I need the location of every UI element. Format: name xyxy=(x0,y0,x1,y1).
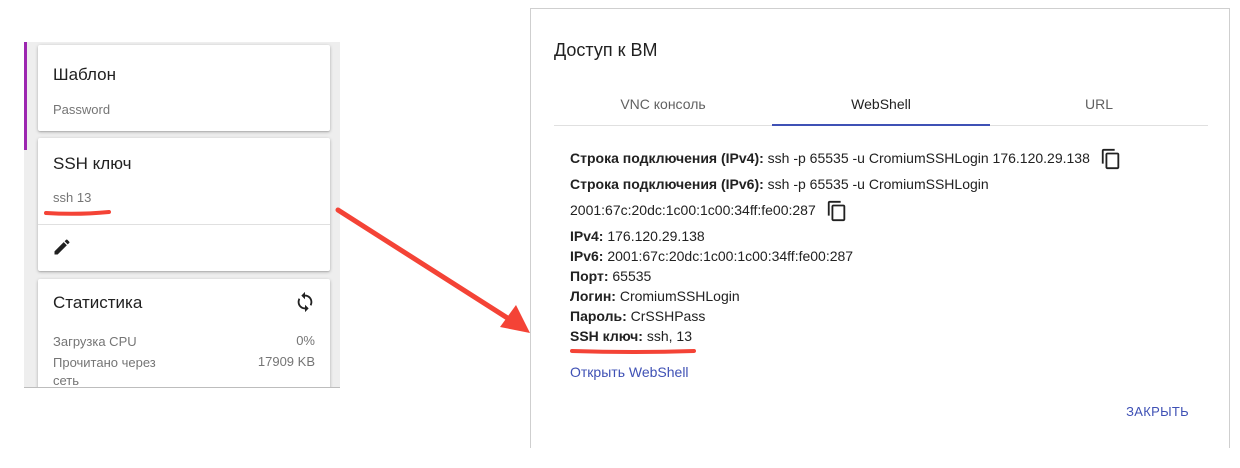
card-divider xyxy=(38,224,330,225)
field-label: Порт: xyxy=(570,268,609,284)
open-webshell-link[interactable]: Открыть WebShell xyxy=(570,364,689,380)
statistics-card: Статистика Загрузка CPU 0% Прочитано чер… xyxy=(38,279,330,388)
connection-string-ipv4: Строка подключения (IPv4): ssh -p 65535 … xyxy=(570,150,1090,166)
connection-string-ipv6: Строка подключения (IPv6): ssh -p 65535 … xyxy=(570,176,989,192)
arrow-head-icon xyxy=(500,305,530,333)
field-value: ssh -p 65535 -u CromiumSSHLogin 176.120.… xyxy=(767,150,1090,166)
refresh-icon xyxy=(297,291,313,313)
field-label: IPv6: xyxy=(570,248,604,264)
panel-bottom-border xyxy=(24,387,340,388)
pencil-icon xyxy=(54,239,70,255)
copy-ipv6-connection-button[interactable] xyxy=(826,199,848,223)
stat-value: 0% xyxy=(296,333,315,348)
tab-webshell[interactable]: WebShell xyxy=(772,83,990,126)
ssh-key-card: SSH ключ ssh 13 xyxy=(38,138,330,271)
refresh-stats-button[interactable] xyxy=(292,289,318,315)
field-label: IPv4: xyxy=(570,228,604,244)
vm-access-dialog: Доступ к ВМ VNC консоль WebShell URL Стр… xyxy=(530,8,1230,448)
annotation-arrow xyxy=(335,207,523,329)
field-label: Строка подключения (IPv6): xyxy=(570,176,764,192)
field-label: Пароль: xyxy=(570,308,627,324)
field-value: CromiumSSHLogin xyxy=(619,288,740,304)
copy-icon xyxy=(1101,148,1120,170)
tab-vnc-console[interactable]: VNC консоль xyxy=(554,83,772,125)
field-value: ssh -p 65535 -u CromiumSSHLogin xyxy=(767,176,989,192)
sidebar-accent-bar xyxy=(24,42,27,150)
stat-row-cpu: Загрузка CPU 0% xyxy=(53,333,315,351)
ipv6-row: IPv6: 2001:67c:20dc:1c00:1c00:34ff:fe00:… xyxy=(570,248,853,264)
edit-ssh-key-button[interactable] xyxy=(48,233,76,261)
connection-string-ipv6-continued: 2001:67c:20dc:1c00:1c00:34ff:fe00:287 xyxy=(570,202,816,218)
ssh-key-row: SSH ключ: ssh, 13 xyxy=(570,328,692,344)
stat-label: Прочитано через сеть xyxy=(53,355,156,388)
field-value: 176.120.29.138 xyxy=(607,228,705,244)
ssh-key-card-title: SSH ключ xyxy=(53,154,132,173)
template-card: Шаблон Password xyxy=(38,45,330,131)
field-value: 2001:67c:20dc:1c00:1c00:34ff:fe00:287 xyxy=(607,248,854,264)
statistics-card-title: Статистика xyxy=(53,293,143,312)
field-value: CrSSHPass xyxy=(630,308,706,324)
template-card-value: Password xyxy=(53,102,111,117)
copy-ipv4-connection-button[interactable] xyxy=(1100,147,1122,171)
dialog-title: Доступ к ВМ xyxy=(554,40,658,60)
stat-value: 17909 KB xyxy=(257,354,315,369)
access-tabs: VNC консоль WebShell URL xyxy=(554,83,1208,126)
field-value: ssh, 13 xyxy=(646,328,692,344)
port-row: Порт: 65535 xyxy=(570,268,651,284)
tab-url[interactable]: URL xyxy=(990,83,1208,125)
field-label: Логин: xyxy=(570,288,616,304)
login-row: Логин: CromiumSSHLogin xyxy=(570,288,740,304)
stat-row-network-read: Прочитано через сеть 17909 KB xyxy=(53,354,315,388)
field-label: SSH ключ: xyxy=(570,328,643,344)
copy-icon xyxy=(827,200,846,222)
stat-label: Загрузка CPU xyxy=(53,334,137,349)
close-button[interactable]: ЗАКРЫТЬ xyxy=(1126,404,1189,419)
password-row: Пароль: CrSSHPass xyxy=(570,308,705,324)
vm-details-panel: Шаблон Password SSH ключ ssh 13 Статисти… xyxy=(24,42,340,388)
ssh-key-card-value: ssh 13 xyxy=(53,190,92,205)
template-card-title: Шаблон xyxy=(53,65,116,84)
field-value: 65535 xyxy=(612,268,652,284)
ipv4-row: IPv4: 176.120.29.138 xyxy=(570,228,705,244)
field-label: Строка подключения (IPv4): xyxy=(570,150,764,166)
